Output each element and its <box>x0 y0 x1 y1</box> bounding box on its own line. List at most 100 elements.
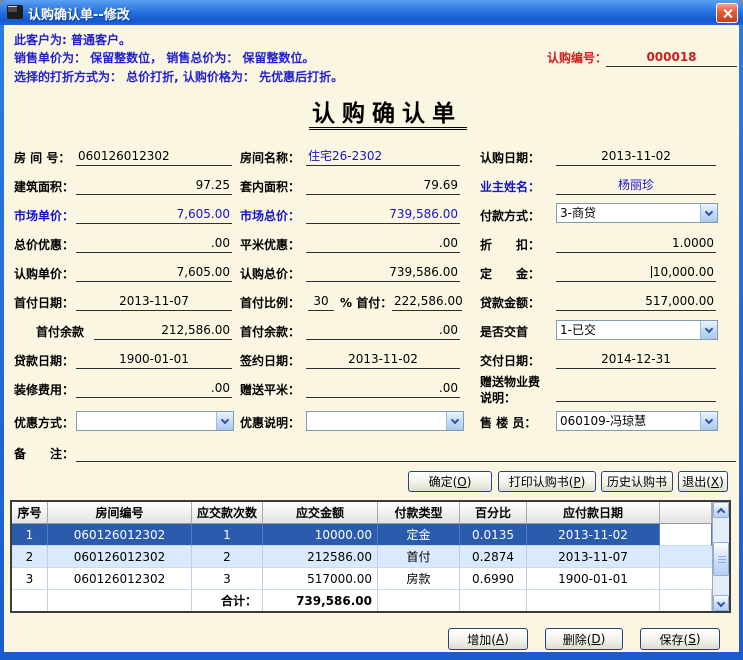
down-payment-ratio-field[interactable]: 30 <box>308 293 334 311</box>
scroll-down-button[interactable] <box>713 595 729 611</box>
down-payment-date-label: 首付日期： <box>14 295 74 311</box>
chevron-down-icon <box>717 598 725 606</box>
loan-amount-field[interactable]: 517,000.00 <box>556 293 716 311</box>
owner-name-field[interactable]: 杨丽珍 <box>556 177 716 195</box>
market-unit-price-label: 市场单价： <box>14 208 74 224</box>
deposit-field[interactable]: 10,000.00 <box>556 264 716 282</box>
add-button[interactable]: 增加(A) <box>448 628 528 650</box>
inner-area-label: 套内面积： <box>240 179 300 195</box>
sign-date-field[interactable]: 2013-11-02 <box>306 351 460 369</box>
price-rounding-text: 销售单价为： 保留整数位， 销售总价为： 保留整数位。 <box>14 49 315 66</box>
purchase-total-price-field[interactable]: 739,586.00 <box>306 264 460 282</box>
exit-button[interactable]: 退出(X) <box>678 471 728 492</box>
chevron-down-icon[interactable] <box>700 412 717 430</box>
purchase-unit-price-label: 认购单价： <box>14 266 74 282</box>
total-discount-field[interactable]: .00 <box>76 235 232 253</box>
table-header-row: 序号 房间编号 应交款次数 应交金额 付款类型 百分比 应付款日期 <box>12 502 712 524</box>
is-down-paid-select[interactable]: 1-已交 <box>556 320 718 340</box>
loan-date-field[interactable]: 1900-01-01 <box>76 351 232 369</box>
renovation-fee-field[interactable]: .00 <box>76 380 232 398</box>
remark-field[interactable] <box>76 444 736 462</box>
market-total-price-field[interactable]: 739,586.00 <box>306 206 460 224</box>
renovation-fee-label: 装修费用： <box>14 382 74 398</box>
down-balance-mid-field[interactable]: .00 <box>306 322 460 340</box>
table-row[interactable]: 1 060126012302 1 10000.00 定金 0.0135 2013… <box>12 524 712 546</box>
sqm-discount-field[interactable]: .00 <box>306 235 460 253</box>
save-button[interactable]: 保存(S) <box>640 628 720 650</box>
inner-area-field[interactable]: 79.69 <box>306 177 460 195</box>
chevron-down-icon[interactable] <box>700 321 717 339</box>
form-title: 认购确认单 <box>280 94 494 128</box>
close-icon <box>722 8 733 19</box>
order-no-label: 认购编号： <box>547 50 607 66</box>
header-due-date[interactable]: 应付款日期 <box>527 502 660 524</box>
discount-mode-text: 选择的打折方式为： 总价打折, 认购价格为： 先优惠后打折。 <box>14 68 343 85</box>
customer-type-text: 此客户为: 普通客户。 <box>14 31 131 48</box>
total-discount-label: 总价优惠： <box>14 237 74 253</box>
build-area-label: 建筑面积： <box>14 179 74 195</box>
down-balance-mid-label: 首付余款： <box>240 324 300 340</box>
loan-date-label: 贷款日期： <box>14 353 74 369</box>
owner-name-label: 业主姓名： <box>480 179 540 195</box>
total-label: 合计： <box>192 590 263 611</box>
salesperson-select[interactable]: 060109-冯琼慧 <box>556 411 718 431</box>
purchase-date-field[interactable]: 2013-11-02 <box>556 148 716 166</box>
down-payment-ratio-label: 首付比例： <box>240 295 300 311</box>
delete-button[interactable]: 删除(D) <box>545 628 623 650</box>
scrollbar-thumb[interactable] <box>713 542 729 576</box>
app-icon <box>7 5 23 19</box>
salesperson-label: 售 楼 员： <box>480 415 536 431</box>
header-seq[interactable]: 序号 <box>12 502 48 524</box>
gift-property-fee-field[interactable] <box>556 384 716 402</box>
scroll-up-button[interactable] <box>713 502 729 518</box>
discount-method-label: 优惠方式： <box>14 415 74 431</box>
table-row[interactable]: 3 060126012302 3 517000.00 房款 0.6990 190… <box>12 568 712 590</box>
market-unit-price-field[interactable]: 7,605.00 <box>76 206 232 224</box>
header-percentage[interactable]: 百分比 <box>460 502 527 524</box>
vertical-scrollbar[interactable] <box>712 502 729 611</box>
gift-sqm-field[interactable]: .00 <box>306 380 460 398</box>
down-payment-amount-field[interactable]: 222,586.00 <box>392 293 462 311</box>
room-name-label: 房间名称： <box>240 150 300 166</box>
discount-method-select[interactable] <box>76 411 234 431</box>
sqm-discount-label: 平米优惠： <box>240 237 300 253</box>
chevron-down-icon[interactable] <box>446 412 463 430</box>
chevron-up-icon <box>717 507 725 515</box>
print-purchase-button[interactable]: 打印认购书(P) <box>498 471 596 492</box>
purchase-total-price-label: 认购总价： <box>240 266 300 282</box>
header-installment[interactable]: 应交款次数 <box>192 502 263 524</box>
table-row[interactable]: 2 060126012302 2 212586.00 首付 0.2874 201… <box>12 546 712 568</box>
text-cursor <box>651 266 652 278</box>
header-room-code[interactable]: 房间编号 <box>48 502 192 524</box>
payment-method-select[interactable]: 3-商贷 <box>556 203 718 223</box>
close-button[interactable] <box>716 3 738 23</box>
down-balance-left-label: 首付余款 <box>36 324 84 340</box>
purchase-unit-price-field[interactable]: 7,605.00 <box>76 264 232 282</box>
header-payment-type[interactable]: 付款类型 <box>378 502 460 524</box>
confirm-button[interactable]: 确定(O) <box>408 471 492 492</box>
delivery-date-field[interactable]: 2014-12-31 <box>556 351 716 369</box>
order-no-field[interactable]: 000018 <box>606 49 737 67</box>
header-amount-due[interactable]: 应交金额 <box>263 502 378 524</box>
is-down-paid-label: 是否交首 <box>480 324 528 340</box>
build-area-field[interactable]: 97.25 <box>76 177 232 195</box>
remark-label: 备 注： <box>14 446 74 462</box>
gift-property-fee-label2: 说明： <box>480 390 516 406</box>
payment-method-label: 付款方式： <box>480 208 540 224</box>
room-name-field[interactable]: 住宅26-2302 <box>306 148 460 166</box>
down-balance-left-field[interactable]: 212,586.00 <box>94 322 232 340</box>
table-footer-row: 合计： 739,586.00 <box>12 590 712 611</box>
payment-schedule-table: 序号 房间编号 应交款次数 应交金额 付款类型 百分比 应付款日期 1 0601… <box>10 500 731 613</box>
room-no-field[interactable]: 060126012302 <box>76 148 232 166</box>
window-title: 认购确认单--修改 <box>28 4 130 23</box>
history-purchase-button[interactable]: 历史认购书 <box>601 471 673 492</box>
gift-sqm-label: 赠送平米： <box>240 382 300 398</box>
loan-amount-label: 贷款金额： <box>480 295 540 311</box>
title-bar[interactable]: 认购确认单--修改 <box>0 0 743 25</box>
chevron-down-icon[interactable] <box>700 204 717 222</box>
discount-field[interactable]: 1.0000 <box>556 235 716 253</box>
discount-note-select[interactable] <box>306 411 464 431</box>
down-payment-date-field[interactable]: 2013-11-07 <box>76 293 232 311</box>
room-no-label: 房 间 号： <box>14 150 70 166</box>
chevron-down-icon[interactable] <box>216 412 233 430</box>
